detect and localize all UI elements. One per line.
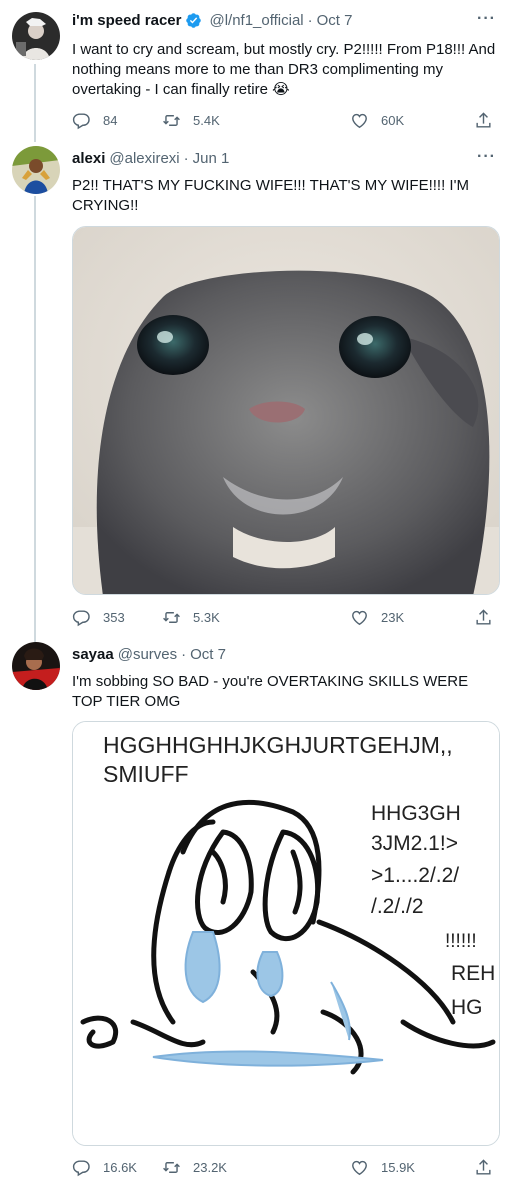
reply-count: 16.6K [103,1160,137,1175]
tweet-text: P2!! THAT'S MY FUCKING WIFE!!! THAT'S MY… [72,177,469,214]
like-button[interactable]: 60K [350,111,404,130]
tweet-actions: 84 5.4K 60K [72,111,500,131]
tweet-actions: 16.6K 23.2K 15.9K [72,1158,500,1178]
handle[interactable]: @l/nf1_official [209,12,303,29]
meme-text-right-2: 3JM2.1!> [371,832,458,855]
verified-badge-icon [185,12,202,29]
tweet-text: I want to cry and scream, but mostly cry… [72,41,496,98]
handle[interactable]: @surves [118,646,177,663]
retweet-count: 5.4K [193,113,220,128]
share-icon [476,112,491,128]
reply-count: 353 [103,610,125,625]
like-button[interactable]: 23K [350,608,404,627]
retweet-count: 23.2K [193,1160,227,1175]
more-dots-icon[interactable]: ··· [477,10,496,28]
media-image-crying-cat[interactable] [72,226,500,595]
heart-icon [352,1160,367,1176]
retweet-count: 5.3K [193,610,220,625]
share-icon [476,609,491,625]
display-name[interactable]: i'm speed racer [72,12,181,29]
display-name[interactable]: sayaa [72,646,114,663]
tweet-header: alexi @alexirexi · Jun 1 ··· [72,148,498,167]
avatar[interactable] [12,642,60,690]
tweet-text: I'm sobbing SO BAD - you're OVERTAKING S… [72,673,469,710]
timestamp[interactable]: Jun 1 [193,150,230,167]
meme-text-exclaim: !!!!!! [445,931,477,952]
handle[interactable]: @alexirexi [109,150,179,167]
media-image-crying-drawing[interactable]: HGGHHGHHJKGHJURTGEHJM,, SMIUFF HHG3GH 3J… [72,721,500,1146]
heart-icon [352,610,367,626]
meme-text-right-1: HHG3GH [371,802,461,825]
separator-dot: · [183,150,189,167]
retweet-icon [163,612,180,623]
timestamp[interactable]: Oct 7 [317,12,353,29]
share-button[interactable] [474,608,505,627]
thread-connector [34,64,36,142]
retweet-button[interactable]: 23.2K [162,1158,227,1177]
display-name[interactable]: alexi [72,150,105,167]
tweet-header: sayaa @surves · Oct 7 [72,646,498,663]
meme-text-right-4: /.2/./2 [371,895,424,918]
retweet-button[interactable]: 5.3K [162,608,220,627]
share-icon [476,1159,491,1175]
share-button[interactable] [474,1158,505,1177]
meme-text-hg: HG [451,996,483,1019]
retweet-button[interactable]: 5.4K [162,111,220,130]
thread-connector [34,196,36,644]
meme-text-line2: SMIUFF [103,761,189,787]
like-count: 15.9K [381,1160,415,1175]
meme-text-reh: REH [451,962,495,985]
like-button[interactable]: 15.9K [350,1158,415,1177]
like-count: 60K [381,113,405,128]
meme-text-line1: HGGHHGHHJKGHJURTGEHJM,, [103,732,453,758]
reply-button[interactable]: 16.6K [72,1158,137,1177]
separator-dot: · [181,646,187,663]
reply-icon [72,1160,90,1177]
timestamp[interactable]: Oct 7 [190,646,226,663]
more-dots-icon[interactable]: ··· [477,148,496,166]
share-button[interactable] [474,111,505,130]
reply-icon [72,610,90,627]
meme-text-right-3: >1....2/.2/ [371,864,459,887]
avatar[interactable] [12,146,60,194]
reply-icon [72,113,90,130]
avatar[interactable] [12,12,60,60]
like-count: 23K [381,610,405,625]
separator-dot: · [307,12,313,29]
retweet-icon [163,115,180,126]
reply-button[interactable]: 84 [72,111,117,130]
reply-button[interactable]: 353 [72,608,125,627]
tweet-header: i'm speed racer @l/nf1_official · Oct 7 … [72,10,498,29]
retweet-icon [163,1162,180,1173]
tweet-actions: 353 5.3K 23K [72,608,500,628]
reply-count: 84 [103,113,118,128]
heart-icon [352,113,367,129]
